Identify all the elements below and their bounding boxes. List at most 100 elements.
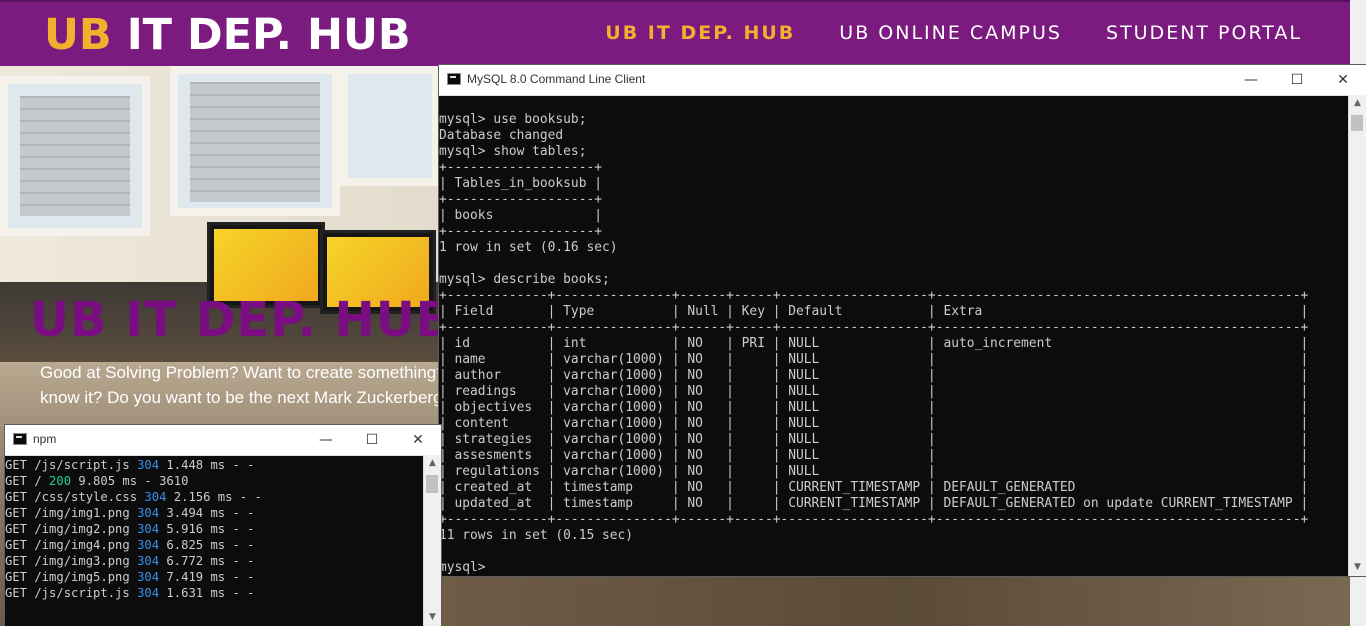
log-line: GET /js/script.js 304 1.631 ms - -: [5, 585, 424, 601]
console-line: mysql> describe books;: [439, 272, 610, 287]
room-window: [340, 66, 440, 186]
npm-console-output[interactable]: GET /js/script.js 304 1.448 ms - - GET / …: [5, 455, 424, 626]
log-request: GET /img/img4.png: [5, 538, 138, 552]
log-timing: 6.772 ms - -: [159, 554, 255, 568]
console-icon: [13, 433, 27, 445]
console-line: | Tables_in_booksub |: [439, 176, 602, 191]
log-request: GET /css/style.css: [5, 490, 145, 504]
log-request: GET /img/img5.png: [5, 570, 138, 584]
log-line: GET /js/script.js 304 1.448 ms - -: [5, 457, 424, 473]
log-request: GET /js/script.js: [5, 586, 138, 600]
mysql-console-window[interactable]: MySQL 8.0 Command Line Client — ☐ ✕ mysq…: [439, 65, 1366, 576]
log-timing: 1.448 ms - -: [159, 458, 255, 472]
window-titlebar[interactable]: npm — ☐ ✕: [5, 425, 441, 456]
log-request: GET /img/img1.png: [5, 506, 138, 520]
outside-building: [20, 96, 130, 216]
console-line: +-------------------+: [439, 192, 602, 207]
close-button[interactable]: ✕: [1320, 65, 1366, 95]
console-line: 11 rows in set (0.15 sec): [439, 528, 634, 543]
log-timing: 5.916 ms - -: [159, 522, 255, 536]
nav-link-online-campus[interactable]: UB ONLINE CAMPUS: [839, 22, 1062, 44]
console-line: +-------------+---------------+------+--…: [439, 288, 1309, 303]
log-timing: 9.805 ms - 3610: [71, 474, 189, 488]
console-line: | author | varchar(1000) | NO | | NULL |…: [439, 368, 1309, 383]
log-line: GET /img/img3.png 304 6.772 ms - -: [5, 553, 424, 569]
log-request: GET /js/script.js: [5, 458, 138, 472]
hero-subtitle-line: Good at Solving Problem? Want to create …: [40, 363, 440, 382]
console-line: | books |: [439, 208, 602, 223]
scroll-up-icon[interactable]: ▲: [1349, 95, 1366, 112]
log-status: 304: [137, 586, 160, 600]
hero-title: UB IT DEP. HUB: [30, 292, 454, 348]
window-titlebar[interactable]: MySQL 8.0 Command Line Client — ☐ ✕: [439, 65, 1366, 96]
console-line: | Field | Type | Null | Key | Default | …: [439, 304, 1309, 319]
brand-accent: UB: [44, 10, 112, 60]
console-line: | updated_at | timestamp | NO | | CURREN…: [439, 496, 1309, 511]
log-status: 304: [137, 458, 160, 472]
log-status: 304: [137, 538, 160, 552]
log-line: GET /img/img2.png 304 5.916 ms - -: [5, 521, 424, 537]
log-line: GET / 200 9.805 ms - 3610: [5, 473, 424, 489]
log-status: 304: [137, 522, 160, 536]
maximize-button[interactable]: ☐: [349, 425, 395, 455]
console-line: | strategies | varchar(1000) | NO | | NU…: [439, 432, 1309, 447]
console-line: | id | int | NO | PRI | NULL | auto_incr…: [439, 336, 1309, 351]
console-line: | content | varchar(1000) | NO | | NULL …: [439, 416, 1309, 431]
nav-link-it-hub[interactable]: UB IT DEP. HUB: [605, 22, 795, 44]
minimize-button[interactable]: —: [1228, 65, 1274, 95]
console-line: | regulations | varchar(1000) | NO | | N…: [439, 464, 1309, 479]
log-status: 304: [137, 554, 160, 568]
log-timing: 2.156 ms - -: [166, 490, 262, 504]
minimize-button[interactable]: —: [303, 425, 349, 455]
nav-link-student-portal[interactable]: STUDENT PORTAL: [1106, 22, 1302, 44]
console-line: | objectives | varchar(1000) | NO | | NU…: [439, 400, 1309, 415]
console-line: mysql>: [439, 560, 486, 575]
hero-subtitle: Good at Solving Problem? Want to create …: [40, 360, 440, 410]
scroll-down-icon[interactable]: ▼: [424, 609, 441, 626]
console-line: mysql> use booksub;: [439, 112, 587, 127]
scroll-up-icon[interactable]: ▲: [424, 455, 441, 472]
log-line: GET /css/style.css 304 2.156 ms - -: [5, 489, 424, 505]
npm-console-window[interactable]: npm — ☐ ✕ GET /js/script.js 304 1.448 ms…: [5, 425, 441, 626]
console-line: | readings | varchar(1000) | NO | | NULL…: [439, 384, 1309, 399]
log-line: GET /img/img5.png 304 7.419 ms - -: [5, 569, 424, 585]
brand-text: IT DEP. HUB: [126, 10, 411, 60]
log-status: 200: [49, 474, 72, 488]
log-line: GET /img/img1.png 304 3.494 ms - -: [5, 505, 424, 521]
log-line: GET /img/img4.png 304 6.825 ms - -: [5, 537, 424, 553]
window-title: npm: [33, 432, 57, 446]
log-status: 304: [137, 506, 160, 520]
vertical-scrollbar[interactable]: ▲ ▼: [423, 455, 441, 626]
nav-links: UB IT DEP. HUB UB ONLINE CAMPUS STUDENT …: [605, 22, 1302, 44]
hero-subtitle-line: know it? Do you want to be the next Mark…: [40, 388, 440, 407]
maximize-button[interactable]: ☐: [1274, 65, 1320, 95]
scroll-down-icon[interactable]: ▼: [1349, 559, 1366, 576]
log-timing: 6.825 ms - -: [159, 538, 255, 552]
console-line: 1 row in set (0.16 sec): [439, 240, 618, 255]
console-line: mysql> show tables;: [439, 144, 587, 159]
console-line: | created_at | timestamp | NO | | CURREN…: [439, 480, 1309, 495]
outside-building: [190, 82, 320, 202]
site-brand[interactable]: UB IT DEP. HUB: [44, 10, 411, 60]
vertical-scrollbar[interactable]: ▲ ▼: [1348, 95, 1366, 576]
scroll-thumb[interactable]: [426, 475, 438, 493]
window-title: MySQL 8.0 Command Line Client: [467, 72, 646, 86]
close-button[interactable]: ✕: [395, 425, 441, 455]
mysql-console-output[interactable]: mysql> use booksub; Database changed mysql…: [439, 95, 1349, 576]
log-status: 304: [137, 570, 160, 584]
console-line: +-------------------+: [439, 160, 602, 175]
console-line: Database changed: [439, 128, 564, 143]
console-line: | assesments | varchar(1000) | NO | | NU…: [439, 448, 1309, 463]
classroom-floor: [440, 576, 1366, 626]
log-timing: 3.494 ms - -: [159, 506, 255, 520]
log-timing: 7.419 ms - -: [159, 570, 255, 584]
console-line: +-------------------+: [439, 224, 602, 239]
log-request: GET /img/img3.png: [5, 554, 138, 568]
log-request: GET /: [5, 474, 50, 488]
site-navbar: UB IT DEP. HUB UB IT DEP. HUB UB ONLINE …: [0, 0, 1366, 66]
console-line: +-------------+---------------+------+--…: [439, 512, 1309, 527]
scroll-thumb[interactable]: [1351, 115, 1363, 131]
console-icon: [447, 73, 461, 85]
